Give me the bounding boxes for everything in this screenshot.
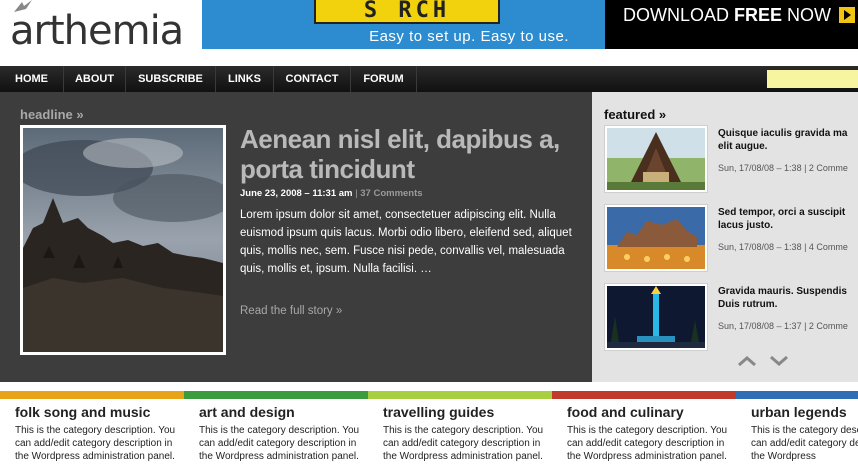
featured-item[interactable]: Gravida mauris. Suspendis Duis rutrum. Su…	[604, 283, 858, 353]
nav-item-contact[interactable]: CONTACT	[274, 66, 351, 92]
banner-search-word: S RCH	[314, 0, 500, 24]
category-travelling-guides: travelling guides This is the category d…	[368, 391, 552, 473]
nav-item-forum[interactable]: FORUM	[351, 66, 417, 92]
category-color-bar	[0, 391, 184, 399]
category-folk-song-and-music: folk song and music This is the category…	[0, 391, 184, 473]
category-color-bar	[368, 391, 552, 399]
category-food-and-culinary: food and culinary This is the category d…	[552, 391, 736, 473]
featured-meta: Sun, 17/08/08 – 1:38 | 2 Comme	[718, 163, 848, 173]
category-title[interactable]: travelling guides	[383, 404, 494, 420]
category-color-bar	[736, 391, 858, 399]
download-text: DOWNLOAD FREE NOW	[623, 5, 832, 25]
chevron-down-icon[interactable]	[770, 354, 789, 372]
featured-thumbnail[interactable]	[604, 283, 708, 351]
headline-section: headline » Aenean nisl elit, dapibus a, …	[0, 92, 592, 382]
headline-meta: June 23, 2008 – 11:31 am | 37 Comments	[240, 188, 423, 199]
featured-title[interactable]: Quisque iaculis gravida ma elit augue.	[718, 127, 858, 153]
chevron-up-icon[interactable]	[738, 354, 756, 372]
nav-item-home[interactable]: HOME	[0, 66, 64, 92]
category-title[interactable]: art and design	[199, 404, 295, 420]
download-ad[interactable]: DOWNLOAD FREE NOW	[605, 0, 858, 49]
featured-thumbnail[interactable]	[604, 125, 708, 193]
featured-label[interactable]: featured »	[604, 107, 666, 122]
featured-title[interactable]: Sed tempor, orci a suscipit lacus justo.	[718, 206, 858, 232]
category-description: This is the category description. You ca…	[15, 425, 176, 462]
featured-thumbnail[interactable]	[604, 204, 708, 272]
category-description: This is the category description. You ca…	[383, 425, 544, 462]
featured-meta: Sun, 17/08/08 – 1:38 | 4 Comme	[718, 242, 848, 252]
search-input[interactable]	[767, 70, 858, 88]
featured-item[interactable]: Quisque iaculis gravida ma elit augue. Su…	[604, 125, 858, 195]
category-description: This is the category description. You ca…	[199, 425, 360, 462]
headline-excerpt: Lorem ipsum dolor sit amet, consectetuer…	[240, 209, 572, 275]
play-arrow-icon	[839, 7, 855, 23]
featured-item[interactable]: Sed tempor, orci a suscipit lacus justo. …	[604, 204, 858, 274]
category-color-bar	[552, 391, 736, 399]
site-header: arthemia S RCH Easy to set up. Easy to u…	[0, 0, 858, 64]
headline-label[interactable]: headline »	[20, 107, 84, 122]
banner-search-ad[interactable]: S RCH Easy to set up. Easy to use.	[202, 0, 605, 49]
nav-item-subscribe[interactable]: SUBSCRIBE	[126, 66, 216, 92]
category-art-and-design: art and design This is the category desc…	[184, 391, 368, 473]
site-logo[interactable]: arthemia	[10, 8, 184, 54]
category-strip: folk song and music This is the category…	[0, 391, 858, 473]
featured-section: featured » Quisque iaculis gravida ma eli…	[592, 92, 858, 382]
category-title[interactable]: urban legends	[751, 404, 847, 420]
category-color-bar	[184, 391, 368, 399]
category-description: This is the category description. You ca…	[567, 425, 728, 462]
category-title[interactable]: folk song and music	[15, 404, 150, 420]
headline-date: June 23, 2008 – 11:31 am	[240, 188, 353, 199]
category-description: This is the category description. You ca…	[751, 425, 858, 462]
ad-banner[interactable]: S RCH Easy to set up. Easy to use. DOWNL…	[202, 0, 858, 49]
category-urban-legends: urban legends This is the category descr…	[736, 391, 858, 473]
category-title[interactable]: food and culinary	[567, 404, 684, 420]
headline-title[interactable]: Aenean nisl elit, dapibus a, porta tinci…	[240, 124, 580, 184]
headline-comments-link[interactable]: 37 Comments	[360, 188, 422, 199]
nav-item-links[interactable]: LINKS	[216, 66, 274, 92]
featured-meta: Sun, 17/08/08 – 1:37 | 2 Comme	[718, 321, 848, 331]
nav-item-about[interactable]: ABOUT	[64, 66, 126, 92]
headline-image[interactable]	[20, 125, 226, 355]
banner-tagline: Easy to set up. Easy to use.	[369, 28, 569, 45]
read-more-link[interactable]: Read the full story »	[240, 305, 342, 317]
main-navigation: HOME ABOUT SUBSCRIBE LINKS CONTACT FORUM	[0, 66, 858, 92]
featured-pager	[738, 354, 798, 372]
featured-title[interactable]: Gravida mauris. Suspendis Duis rutrum.	[718, 285, 858, 311]
